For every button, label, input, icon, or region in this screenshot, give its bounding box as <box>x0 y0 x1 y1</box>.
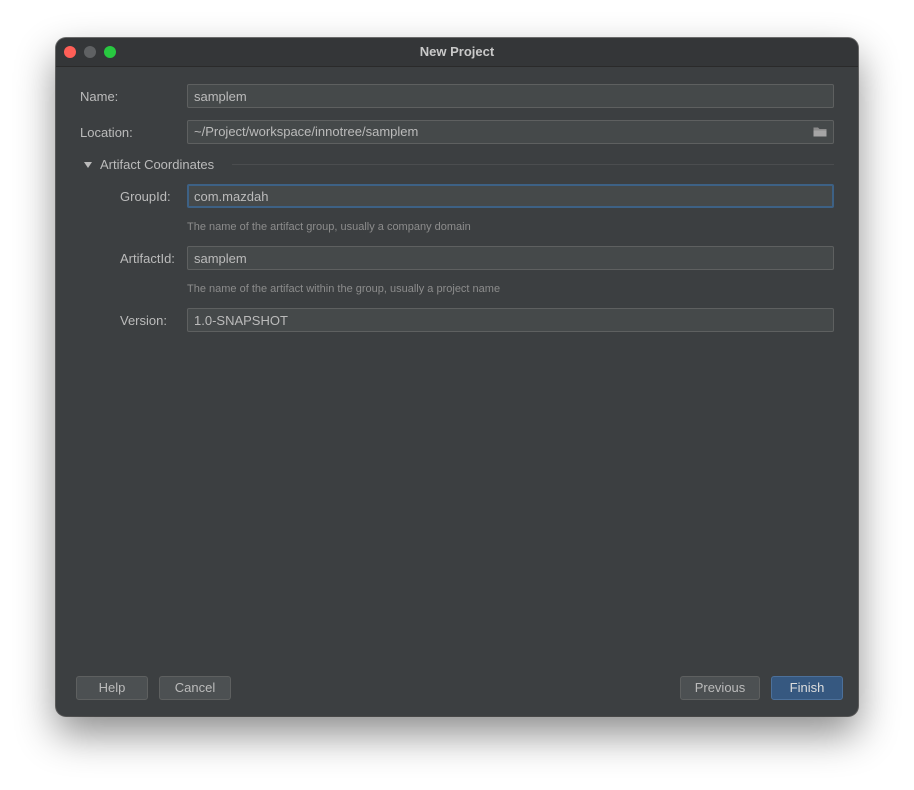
location-label: Location: <box>80 125 133 140</box>
name-field[interactable] <box>187 84 834 108</box>
groupid-label: GroupId: <box>120 189 171 204</box>
artifactid-field[interactable] <box>187 246 834 270</box>
location-field[interactable]: ~/Project/workspace/innotree/samplem <box>187 120 834 144</box>
new-project-dialog: New Project Name: Location: ~/Project/wo… <box>56 38 858 716</box>
title-bar: New Project <box>56 38 858 67</box>
window-title: New Project <box>419 44 495 59</box>
finish-button[interactable]: Finish <box>771 676 843 700</box>
artifactid-hint: The name of the artifact within the grou… <box>187 283 501 295</box>
name-label: Name: <box>80 89 119 104</box>
location-value: ~/Project/workspace/innotree/samplem <box>194 124 419 139</box>
artifactid-label: ArtifactId: <box>120 251 175 266</box>
groupid-field[interactable] <box>187 184 834 208</box>
help-button[interactable]: Help <box>76 676 148 700</box>
cancel-button[interactable]: Cancel <box>159 676 231 700</box>
groupid-hint: The name of the artifact group, usually … <box>187 221 471 233</box>
chevron-down-icon <box>84 161 92 168</box>
section-label: Artifact Coordinates <box>100 157 215 172</box>
section-divider <box>232 164 834 165</box>
version-field[interactable] <box>187 308 834 332</box>
version-label: Version: <box>120 313 167 328</box>
previous-button[interactable]: Previous <box>680 676 760 700</box>
folder-icon[interactable] <box>813 126 827 137</box>
artifact-coordinates-toggle[interactable]: Artifact Coordinates <box>84 157 214 172</box>
